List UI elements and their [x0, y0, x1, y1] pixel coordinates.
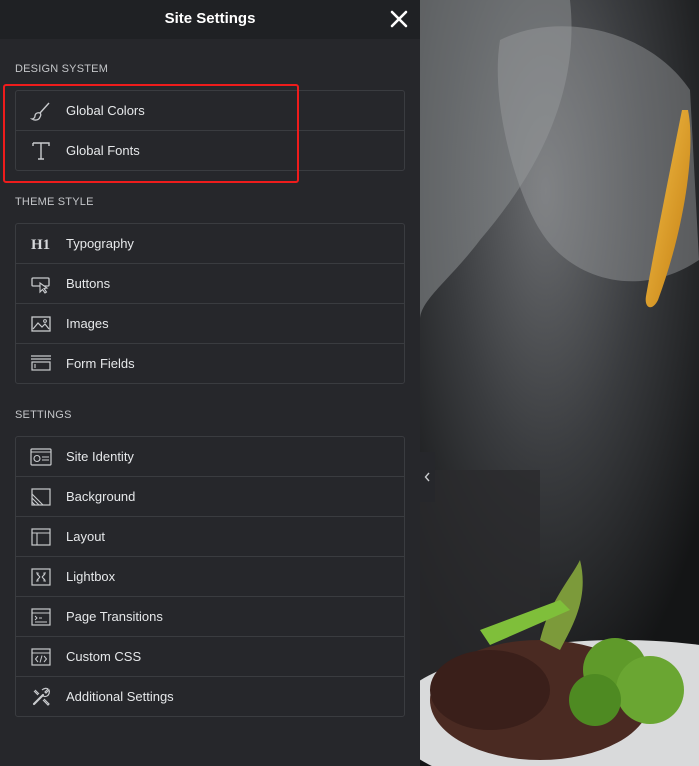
button-cursor-icon	[31, 277, 50, 294]
menu-item-label: Typography	[66, 236, 134, 251]
section-title-settings: SETTINGS	[15, 409, 72, 421]
menu-item-label: Additional Settings	[66, 689, 174, 704]
close-icon[interactable]	[390, 10, 408, 28]
section-title-theme-style: THEME STYLE	[15, 196, 94, 208]
menu-item-label: Layout	[66, 529, 106, 544]
site-identity-icon	[30, 448, 52, 466]
menu-item-label: Site Identity	[66, 449, 134, 464]
menu-item-background[interactable]: Background	[16, 477, 404, 517]
layout-icon	[31, 528, 51, 546]
menu-item-buttons[interactable]: Buttons	[16, 264, 404, 304]
menu-item-additional-settings[interactable]: Additional Settings	[16, 677, 404, 716]
menu-item-label: Images	[66, 316, 109, 331]
menu-item-layout[interactable]: Layout	[16, 517, 404, 557]
menu-item-label: Custom CSS	[66, 649, 142, 664]
form-field-icon	[31, 355, 51, 371]
menu-item-label: Form Fields	[66, 356, 135, 371]
preview-background-photo	[420, 0, 699, 766]
section-title-design-system: DESIGN SYSTEM	[15, 63, 109, 75]
menu-item-lightbox[interactable]: Lightbox	[16, 557, 404, 597]
collapse-panel-toggle[interactable]	[420, 452, 435, 502]
menu-item-page-transitions[interactable]: Page Transitions	[16, 597, 404, 637]
menu-item-global-fonts[interactable]: Global Fonts	[16, 131, 404, 170]
design-system-group: Global Colors Global Fonts	[15, 90, 405, 171]
menu-item-images[interactable]: Images	[16, 304, 404, 344]
lightbox-icon	[31, 568, 51, 586]
menu-item-typography[interactable]: H1 Typography	[16, 224, 404, 264]
code-icon	[31, 648, 51, 666]
h1-icon: H1	[31, 237, 50, 253]
menu-item-global-colors[interactable]: Global Colors	[16, 91, 404, 131]
menu-item-label: Global Fonts	[66, 143, 140, 158]
menu-item-form-fields[interactable]: Form Fields	[16, 344, 404, 383]
page-transitions-icon	[31, 608, 51, 626]
panel-title: Site Settings	[164, 10, 256, 27]
chevron-left-icon	[424, 472, 430, 482]
menu-item-label: Background	[66, 489, 136, 504]
menu-item-label: Global Colors	[66, 103, 145, 118]
menu-item-label: Lightbox	[66, 569, 116, 584]
menu-item-label: Buttons	[66, 276, 111, 291]
text-t-icon	[32, 142, 50, 160]
tools-icon	[32, 687, 50, 706]
menu-item-site-identity[interactable]: Site Identity	[16, 437, 404, 477]
menu-item-label: Page Transitions	[66, 609, 163, 624]
settings-group: Site Identity Background Layout Lightbox	[15, 436, 405, 717]
svg-text:H1: H1	[31, 237, 50, 253]
brush-icon	[30, 102, 50, 121]
menu-item-custom-css[interactable]: Custom CSS	[16, 637, 404, 677]
background-icon	[31, 488, 51, 506]
site-settings-panel: Site Settings DESIGN SYSTEM Global Color…	[0, 0, 420, 766]
theme-style-group: H1 Typography Buttons Images Form Fields	[15, 223, 405, 384]
panel-header: Site Settings	[0, 0, 420, 39]
image-icon	[31, 316, 51, 332]
